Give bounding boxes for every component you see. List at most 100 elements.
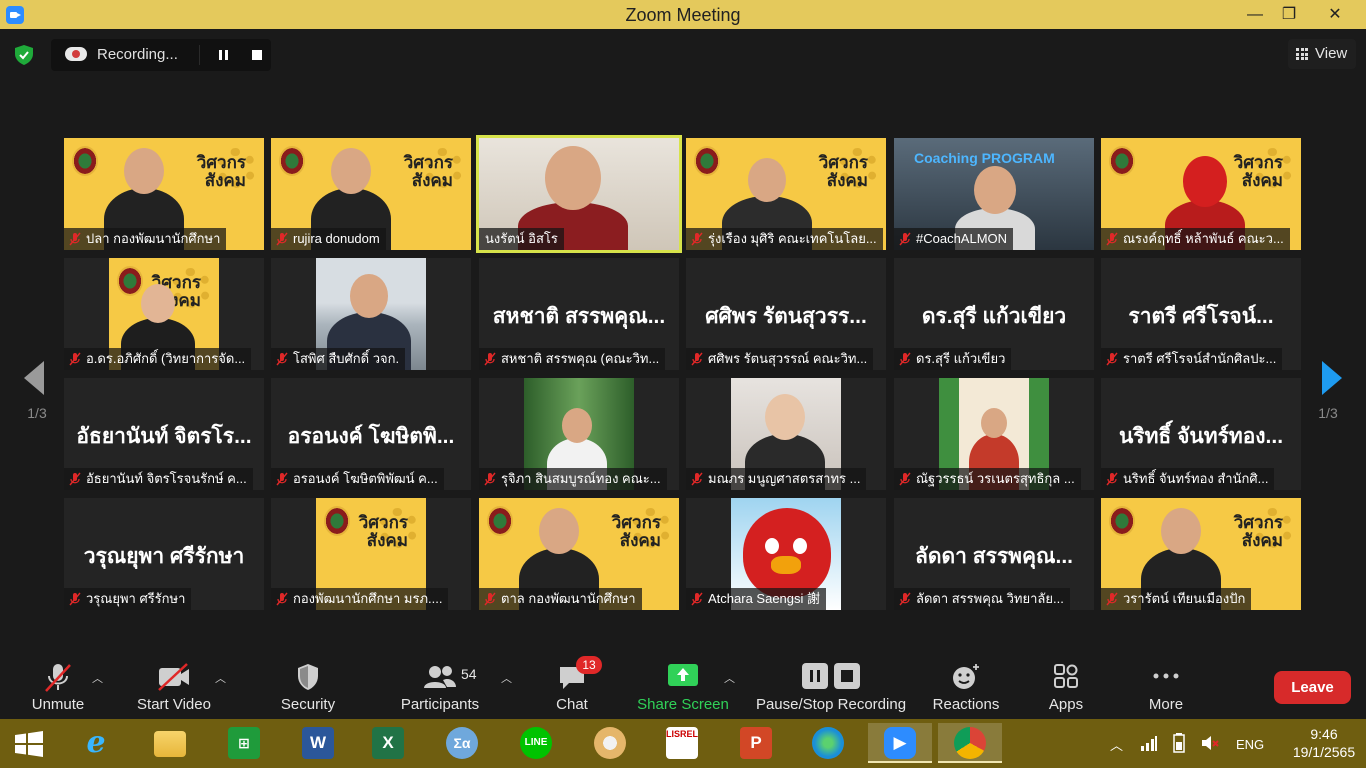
participant-tile[interactable]: วิศวกรสังคม วรารัตน์ เทียนเมืองปัก [1101, 498, 1301, 610]
participant-name-label: ตาล กองพัฒนานักศึกษา [479, 588, 642, 610]
file-explorer-icon[interactable] [148, 723, 190, 763]
muted-microphone-icon [899, 592, 911, 606]
participant-tile[interactable]: วิศวกรสังคม ปลา กองพัฒนานักศึกษา [64, 138, 264, 250]
participant-tile[interactable]: อัธยานันท์ จิตรโร... อัธยานันท์ จิตรโรจนร… [64, 378, 264, 490]
muted-microphone-icon [484, 592, 496, 606]
participants-options-chevron-up-icon[interactable]: ︿ [501, 670, 512, 685]
participant-tile[interactable]: นริทธิ์ จันทร์ทอง... นริทธิ์ จันทร์ทอง สำ… [1101, 378, 1301, 490]
paint-icon[interactable] [588, 723, 630, 763]
muted-microphone-icon [484, 352, 496, 366]
participant-tile[interactable]: ราตรี ศรีโรจน์... ราตรี ศรีโรจน์สำนักศิลป… [1101, 258, 1301, 370]
participant-face [350, 274, 388, 318]
security-button[interactable]: Security [272, 650, 344, 719]
close-button[interactable]: ✕ [1314, 0, 1356, 29]
network-signal-icon[interactable] [1140, 735, 1158, 751]
participant-tile[interactable]: วรุณยุพา ศรีรักษา วรุณยุพา ศรีรักษา [64, 498, 264, 610]
pause-stop-recording-button[interactable]: Pause/Stop Recording [752, 650, 910, 719]
participant-face [545, 146, 601, 211]
reactions-button[interactable]: Reactions [928, 650, 1004, 719]
participant-tile[interactable]: วิศวกรสังคม อ.ดร.อภิศักดิ์ (วิทยาการจัด..… [64, 258, 264, 370]
apps-button[interactable]: Apps [1036, 650, 1096, 719]
participant-tile[interactable]: นงรัตน์ อิสโร [476, 135, 682, 253]
participant-tile[interactable]: วิศวกรสังคม rujira donudom [271, 138, 471, 250]
muted-microphone-icon [276, 232, 288, 246]
participant-display-name: ศศิพร รัตนสุวรร... [705, 305, 867, 328]
share-screen-icon [668, 664, 698, 686]
start-button[interactable] [8, 723, 50, 763]
participant-tile[interactable]: ศศิพร รัตนสุวรร... ศศิพร รัตนสุวรรณ์ คณะว… [686, 258, 886, 370]
audio-options-chevron-up-icon[interactable]: ︿ [92, 670, 103, 685]
participant-tile[interactable]: ลัดดา สรรพคุณ... ลัดดา สรรพคุณ วิทยาลัย..… [894, 498, 1094, 610]
powerpoint-icon[interactable]: P [734, 723, 776, 763]
poster-title: วิศวกรสังคม [196, 153, 246, 190]
participant-tile[interactable]: สหชาติ สรรพคุณ... สหชาติ สรรพคุณ (คณะวิท.… [479, 258, 679, 370]
internet-explorer-icon[interactable]: e [74, 723, 116, 763]
participant-face [765, 394, 805, 440]
store-icon[interactable]: ⊞ [222, 723, 264, 763]
line-app-icon[interactable]: LINE [514, 723, 556, 763]
poster-title: วิศวกรสังคม [611, 513, 661, 550]
participant-name-label: วรุณยุพา ศรีรักษา [64, 588, 192, 610]
encryption-shield-icon[interactable] [12, 43, 36, 67]
participant-tile[interactable]: โสพิศ สืบศักดิ์ วจก. [271, 258, 471, 370]
previous-page-arrow-icon[interactable] [14, 359, 54, 399]
maximize-button[interactable]: ❐ [1268, 0, 1310, 29]
participants-button[interactable]: 54 Participants [396, 650, 484, 719]
page-indicator-right: 1/3 [1318, 405, 1338, 421]
share-options-chevron-up-icon[interactable]: ︿ [724, 670, 735, 685]
muted-microphone-icon [691, 472, 703, 486]
more-button[interactable]: More [1136, 650, 1196, 719]
zoom-window: Zoom Meeting — ❐ ✕ Recording... View 1/3… [0, 0, 1366, 768]
view-button[interactable]: View [1288, 39, 1356, 69]
clock-time: 9:46 [1310, 726, 1338, 742]
chat-button[interactable]: 13 Chat [540, 650, 604, 719]
participant-tile[interactable]: วิศวกรสังคมตาล กองพัฒนานักศึกษา [479, 498, 679, 610]
meeting-toolbar: Unmute ︿ Start Video ︿ Security 54 Parti… [0, 650, 1366, 719]
participant-name-label: นงรัตน์ อิสโร [479, 228, 564, 250]
math-input-icon[interactable]: Σα [440, 723, 482, 763]
participant-tile[interactable]: รุจิภา สินสมบูรณ์ทอง คณะ... [479, 378, 679, 490]
show-hidden-icons-chevron-icon[interactable]: ︿ [1110, 735, 1123, 754]
participant-tile[interactable]: มณภร มนูญศาสตรสาทร ... [686, 378, 886, 490]
unmute-button[interactable]: Unmute [22, 650, 94, 719]
battery-icon[interactable] [1170, 733, 1188, 753]
bird-beak [771, 556, 801, 574]
stop-recording-button[interactable] [243, 45, 271, 65]
participant-tile[interactable]: ณัฐวรรธน์ วรเนตรสุทธิกุล ... [894, 378, 1094, 490]
volume-muted-icon[interactable] [1200, 733, 1220, 753]
next-page-arrow-icon[interactable] [1312, 359, 1352, 399]
input-language[interactable]: ENG [1236, 737, 1264, 752]
participant-face [562, 408, 592, 443]
start-video-button[interactable]: Start Video [130, 650, 218, 719]
video-off-icon [158, 663, 189, 691]
share-screen-button[interactable]: Share Screen [636, 650, 730, 719]
participant-display-name: นริทธิ์ จันทร์ทอง... [1118, 425, 1284, 448]
participant-display-name: สหชาติ สรรพคุณ... [492, 305, 666, 328]
participant-tile[interactable]: วิศวกรสังคม กองพัฒนานักศึกษา มรภ.... [271, 498, 471, 610]
pause-recording-button[interactable] [209, 45, 237, 65]
edge-icon[interactable] [806, 723, 848, 763]
participant-tile[interactable]: Atchara Saengsi 謝 [686, 498, 886, 610]
more-dots-icon [1153, 673, 1179, 679]
excel-icon[interactable]: X [366, 723, 408, 763]
word-icon[interactable]: W [296, 723, 338, 763]
share-screen-label: Share Screen [637, 696, 729, 713]
participant-name-label: สหชาติ สรรพคุณ (คณะวิท... [479, 348, 666, 370]
participant-tile[interactable]: Coaching PROGRAM #CoachALMON [894, 138, 1094, 250]
leave-button[interactable]: Leave [1274, 671, 1351, 704]
zoom-taskbar-icon[interactable]: ▶ [868, 723, 932, 763]
windows-logo-icon [15, 731, 43, 757]
participant-display-name: ดร.สุรี แก้วเขียว [921, 305, 1067, 328]
participant-name-label: อ.ดร.อภิศักดิ์ (วิทยาการจัด... [64, 348, 252, 370]
lisrel-icon[interactable]: LISREL [660, 723, 702, 763]
muted-microphone-icon [1106, 352, 1118, 366]
participant-tile[interactable]: อรอนงค์ โฆษิตพิ... อรอนงค์ โฆษิตพิพัฒน์ ค… [271, 378, 471, 490]
taskbar-clock[interactable]: 9:46 19/1/2565 [1292, 725, 1356, 761]
participant-tile[interactable]: วิศวกรสังคม รุ่งเรือง มุศิริ คณะเทคโนโลย.… [686, 138, 886, 250]
more-label: More [1148, 696, 1184, 713]
participant-tile[interactable]: ดร.สุรี แก้วเขียว ดร.สุรี แก้วเขียว [894, 258, 1094, 370]
chrome-icon[interactable] [938, 723, 1002, 763]
video-options-chevron-up-icon[interactable]: ︿ [215, 670, 226, 685]
apps-label: Apps [1048, 696, 1084, 713]
participant-tile[interactable]: วิศวกรสังคม ณรงค์ฤทธิ์ หล้าพันธ์ คณะว... [1101, 138, 1301, 250]
